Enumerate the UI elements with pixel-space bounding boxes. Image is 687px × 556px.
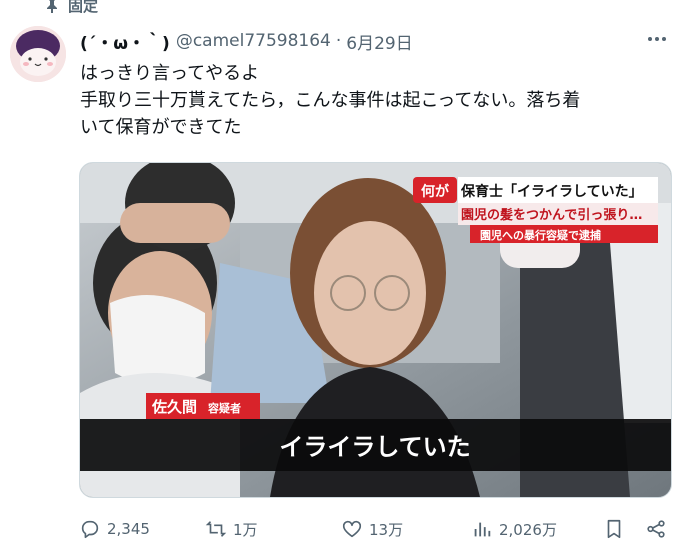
repost-button[interactable]: 1万 — [205, 512, 258, 546]
repost-count: 1万 — [233, 520, 258, 539]
user-handle[interactable]: @camel77598164 — [176, 31, 331, 51]
view-count: 2,026万 — [499, 520, 557, 539]
views-icon — [474, 522, 491, 537]
like-count: 13万 — [369, 520, 404, 539]
tweet-text-line: 手取り三十万貰えてたら，こんな事件は起こってない。落ち着 — [80, 90, 581, 111]
header-separator: · — [335, 31, 342, 51]
name-tag-main: 佐久間 — [151, 398, 197, 416]
pin-icon — [44, 0, 60, 13]
more-icon[interactable] — [645, 30, 669, 48]
views-button[interactable]: 2,026万 — [471, 512, 557, 546]
reply-icon — [81, 520, 99, 539]
bookmark-icon — [607, 519, 621, 539]
avatar[interactable] — [10, 26, 66, 82]
bookmark-button[interactable] — [603, 512, 625, 546]
pinned-indicator: 固定 — [44, 0, 98, 16]
display-name[interactable]: (´・ω・｀) — [80, 29, 170, 54]
share-button[interactable] — [645, 512, 667, 546]
action-bar: 2,345 1万 13万 2,026万 — [79, 512, 669, 546]
tweet-media-image[interactable]: 何が 保育士「イライラしていた」 園児の髪をつかんで引っ張り… 園児への暴行容疑… — [79, 162, 672, 498]
tweet-text: はっきり言ってやるよ 手取り三十万貰えてたら，こんな事件は起こってない。落ち着 … — [80, 60, 670, 141]
name-tag-suffix: 容疑者 — [207, 401, 241, 415]
pinned-label: 固定 — [68, 0, 99, 15]
reply-count: 2,345 — [107, 520, 150, 538]
tweet-date[interactable]: 6月29日 — [346, 29, 412, 54]
reply-button[interactable]: 2,345 — [79, 512, 150, 546]
caption-line1: 保育士「イライラしていた」 — [460, 183, 643, 200]
like-button[interactable]: 13万 — [341, 512, 403, 546]
caption-badge: 何が — [421, 183, 450, 200]
share-icon — [647, 520, 665, 538]
video-subtitle: イライラしていた — [279, 433, 470, 461]
caption-line2: 園児の髪をつかんで引っ張り… — [461, 207, 642, 223]
tweet-text-line: いて保育ができてた — [80, 117, 242, 138]
caption-line3: 園児への暴行容疑で逮捕 — [480, 228, 601, 242]
tweet-text-line: はっきり言ってやるよ — [80, 63, 260, 84]
tweet-header: (´・ω・｀) @camel77598164 · 6月29日 — [80, 28, 667, 54]
like-icon — [342, 520, 362, 538]
repost-icon — [205, 521, 227, 537]
